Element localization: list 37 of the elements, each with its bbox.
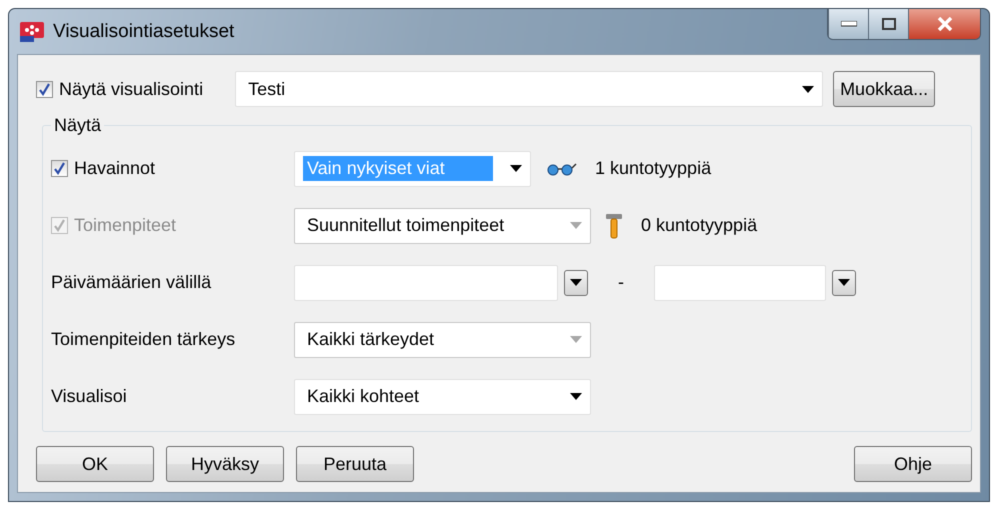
visualization-dropdown[interactable]: Testi (235, 71, 824, 107)
type-count: 1 kuntotyyppiä (595, 158, 712, 179)
dropdown-arrow-icon[interactable] (510, 165, 522, 172)
range-separator: - (618, 272, 624, 293)
glasses-icon (545, 162, 577, 176)
close-icon (936, 17, 954, 31)
field-label: Päivämäärien välillä (51, 272, 212, 292)
edit-button[interactable]: Muokkaa... (833, 71, 936, 107)
minimize-button[interactable] (828, 9, 868, 39)
field-label: Toimenpiteiden tärkeys (51, 329, 236, 349)
maximize-icon (882, 18, 896, 30)
date-dropdown-button[interactable] (564, 270, 588, 296)
option-checkbox[interactable]: Havainnot (51, 158, 294, 179)
field-label: Visualisoi (51, 386, 127, 406)
group-title: Näytä (53, 115, 102, 136)
checkbox[interactable] (51, 160, 68, 177)
hammer-icon (605, 212, 623, 238)
date-field[interactable] (654, 264, 826, 300)
dropdown-arrow-icon[interactable] (570, 393, 582, 400)
maximize-button[interactable] (868, 9, 908, 39)
date-field[interactable] (294, 264, 558, 300)
app-logo-icon (19, 20, 45, 42)
window-title: Visualisointiasetukset (53, 20, 236, 42)
caret-icon[interactable] (838, 279, 850, 286)
show-visualization-checkbox[interactable]: Näytä visualisointi (36, 78, 204, 100)
dropdown-arrow-icon[interactable] (802, 86, 814, 92)
dialog-button[interactable]: Peruuta (296, 446, 414, 482)
close-button[interactable] (908, 9, 980, 39)
help-button[interactable]: Ohje (854, 446, 972, 482)
date-dropdown-button[interactable] (832, 270, 856, 296)
checkbox[interactable] (36, 80, 53, 98)
minimize-icon (840, 21, 856, 27)
dialog-button[interactable]: Hyväksy (166, 446, 284, 482)
dropdown[interactable]: Kaikki kohteet (294, 378, 591, 414)
type-count: 0 kuntotyyppiä (641, 215, 758, 236)
dialog-button[interactable]: OK (36, 446, 154, 482)
caret-icon[interactable] (570, 279, 582, 286)
